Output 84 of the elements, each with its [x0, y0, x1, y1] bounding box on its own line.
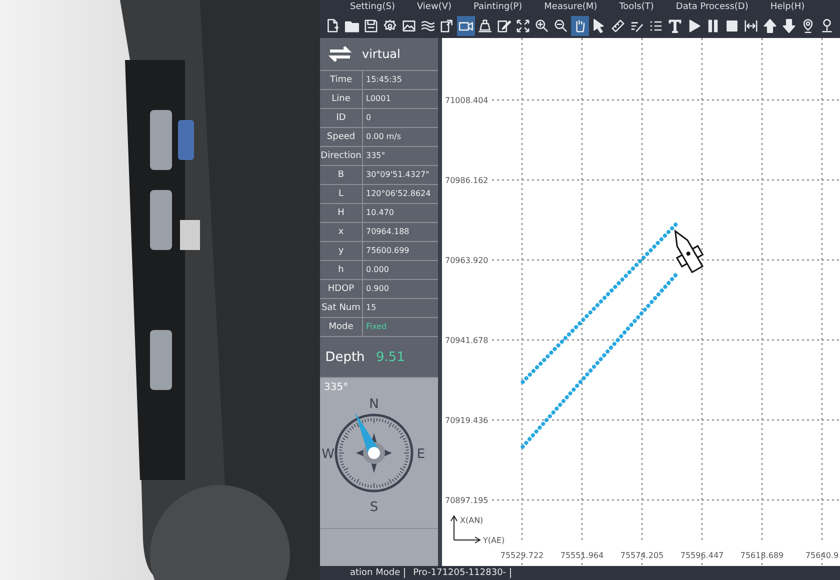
- y-tick-label: 70963.920: [445, 256, 488, 265]
- field-value: 75600.699: [365, 245, 410, 257]
- image-icon: [401, 18, 417, 34]
- arrow-up-icon: [762, 18, 778, 34]
- arrow-up-tool-button[interactable]: [761, 16, 779, 36]
- new-file-icon: [325, 18, 341, 34]
- menu-item[interactable]: Measure(M): [544, 2, 598, 12]
- field-value: 10.470: [365, 207, 394, 219]
- pin-base-icon: [819, 18, 835, 34]
- east-label: E: [416, 447, 426, 462]
- field-label: y: [320, 242, 363, 260]
- y-tick-label: 70897.195: [445, 496, 488, 505]
- field-label: HDOP: [320, 280, 363, 298]
- west-label: W: [322, 447, 334, 462]
- field-label: Mode: [320, 318, 363, 336]
- field-value: L0001: [365, 93, 391, 105]
- x-tick-label: 75574.205: [620, 551, 664, 560]
- menu-item[interactable]: Painting(P): [474, 2, 522, 12]
- beacon-icon: [477, 18, 493, 34]
- south-label: S: [370, 500, 378, 515]
- arrow-down-tool-button[interactable]: [780, 16, 798, 36]
- y-tick-label: 70941.678: [445, 336, 488, 345]
- north-label: N: [369, 397, 379, 412]
- field-label: B: [320, 166, 363, 184]
- x-tick-label: 75640.9: [805, 551, 839, 560]
- field-value: 30°09'51.4327": [365, 169, 430, 181]
- x-tick-label: 75596.447: [680, 551, 724, 560]
- fit-icon: [515, 18, 531, 34]
- menu-item[interactable]: View(V): [416, 2, 452, 12]
- menu-item[interactable]: Setting(S): [350, 2, 395, 12]
- status-text: Pro-171205-112830-: [413, 568, 512, 578]
- boat-icon: [674, 230, 704, 274]
- field-value: 15:45:35: [365, 74, 402, 86]
- field-value: 120°06'52.8624: [365, 188, 431, 200]
- axis-indicator: [450, 515, 481, 544]
- x-tick-label: 75618.689: [740, 551, 784, 560]
- field-label: ID: [320, 109, 363, 127]
- x-tick-label: 75551.964: [560, 551, 604, 560]
- field-label: Speed: [320, 128, 363, 146]
- field-value: 0: [365, 112, 372, 124]
- field-label: Line: [320, 90, 363, 108]
- field-value: 335°: [365, 150, 386, 162]
- menu-item[interactable]: Data Process(D): [676, 2, 748, 12]
- y-tick-label: 71008.404: [445, 96, 488, 105]
- camera-tool-button[interactable]: [457, 16, 475, 36]
- zoom-in-icon: [534, 18, 550, 34]
- status-text: ation Mode: [350, 568, 406, 578]
- field-label: Sat Num: [320, 299, 363, 317]
- field-value: 0.00 m/s: [365, 131, 402, 143]
- stop-icon: [724, 18, 740, 34]
- zoom-out-icon: [553, 18, 569, 34]
- text-icon: [667, 18, 683, 34]
- field-value: 0.900: [365, 283, 389, 295]
- ruler-icon: [610, 18, 626, 34]
- swap-icon[interactable]: [326, 43, 354, 65]
- field-value: 15: [365, 302, 376, 314]
- menu-item[interactable]: Help(H): [770, 2, 805, 12]
- x-tick-label: 75529.722: [500, 551, 544, 560]
- field-label: h: [320, 261, 363, 279]
- depth-value: 9.51: [375, 350, 405, 364]
- waves-icon: [420, 18, 436, 34]
- field-label: x: [320, 223, 363, 241]
- save-icon: [363, 18, 379, 34]
- field-label: H: [320, 204, 363, 222]
- field-label: Time: [320, 71, 363, 89]
- field-value: 0.000: [365, 264, 389, 276]
- field-label: Direction: [320, 147, 363, 165]
- hand-tool-button[interactable]: [571, 16, 589, 36]
- field-value: 70964.188: [365, 226, 410, 238]
- y-tick-label: 70986.162: [445, 176, 488, 185]
- compass-needle: [354, 412, 380, 459]
- fit-width-icon: [743, 18, 759, 34]
- menu-item[interactable]: Tools(T): [619, 2, 654, 12]
- field-value: Fixed: [365, 321, 387, 333]
- heading-reading: 335°: [324, 382, 348, 393]
- edit-icon: [496, 18, 512, 34]
- axis-label: X(AN): [460, 516, 484, 525]
- export-icon: [439, 18, 455, 34]
- y-tick-label: 70919.436: [445, 416, 488, 425]
- field-label: L: [320, 185, 363, 203]
- axis-label: Y(AE): [483, 536, 505, 545]
- depth-label: Depth: [324, 350, 366, 364]
- arrow-down-icon: [781, 18, 797, 34]
- source-label: virtual: [362, 47, 400, 61]
